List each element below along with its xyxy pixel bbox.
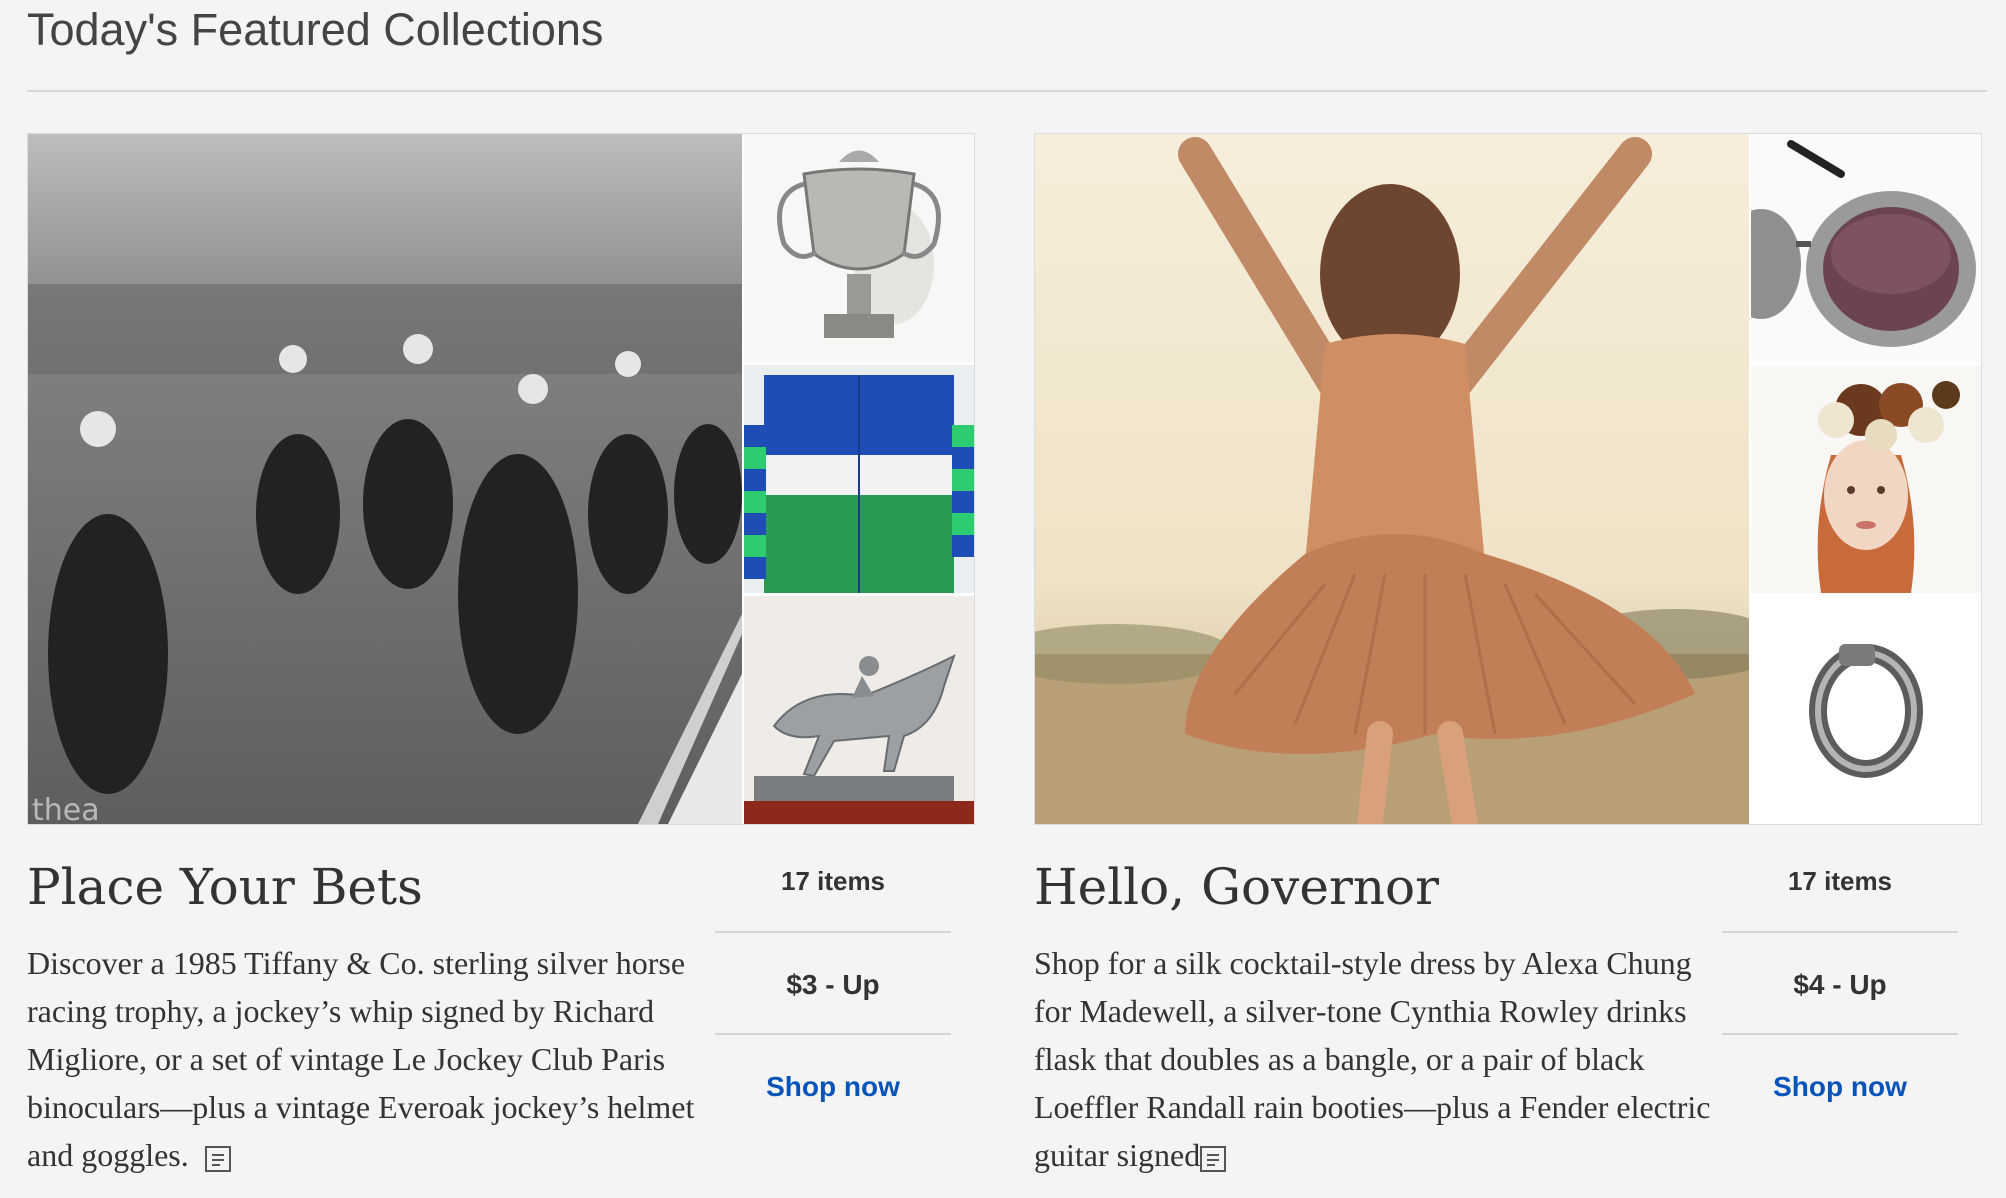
photo-watermark: thea [32, 793, 100, 824]
floral-headpiece-thumb[interactable] [1751, 365, 1981, 593]
collection-card-hello-governor: Hello, Governor Shop for a silk cocktail… [1034, 133, 1982, 1173]
shop-now-link[interactable]: Shop now [1722, 1063, 1958, 1111]
more-info-icon[interactable] [1200, 1145, 1227, 1172]
collection-image-mosaic[interactable]: thea [27, 133, 975, 825]
price-range: $4 - Up [1793, 969, 1887, 1000]
meta-divider [1722, 931, 1958, 933]
item-count: 17 items [1787, 866, 1893, 896]
glitter-sunglasses-thumb[interactable] [1751, 134, 1981, 362]
collection-image-mosaic[interactable] [1034, 133, 1982, 825]
collection-description: Shop for a silk cocktail-style dress by … [1034, 939, 1714, 1179]
collection-description: Discover a 1985 Tiffany & Co. sterling s… [27, 939, 707, 1179]
more-info-icon[interactable] [204, 1145, 231, 1172]
shop-now-link[interactable]: Shop now [715, 1063, 951, 1111]
horse-race-photo[interactable]: thea [28, 134, 742, 824]
collection-title[interactable]: Hello, Governor [1034, 858, 1439, 916]
section-divider [27, 90, 1987, 92]
item-count: 17 items [780, 866, 886, 896]
meta-divider [715, 931, 951, 933]
silver-trophy-thumb[interactable] [744, 134, 974, 362]
meta-divider [1722, 1033, 1958, 1035]
meta-divider [715, 1033, 951, 1035]
description-text: Discover a 1985 Tiffany & Co. sterling s… [27, 945, 695, 1173]
collection-meta: 17 items $4 - Up Shop now [1722, 855, 1958, 1111]
dancing-woman-photo[interactable] [1035, 134, 1749, 824]
flask-bangle-thumb[interactable] [1751, 596, 1981, 824]
description-text: Shop for a silk cocktail-style dress by … [1034, 945, 1711, 1173]
price-range: $3 - Up [786, 969, 880, 1000]
collection-meta: 17 items $3 - Up Shop now [715, 855, 951, 1111]
silver-horse-statue-thumb[interactable] [744, 596, 974, 824]
collection-title[interactable]: Place Your Bets [27, 858, 423, 916]
section-title: Today's Featured Collections [27, 4, 604, 55]
jockey-silks-jacket-thumb[interactable] [744, 365, 974, 593]
collection-card-place-your-bets: thea Place Your Bets Discover a 1985 Tif… [27, 133, 975, 1173]
